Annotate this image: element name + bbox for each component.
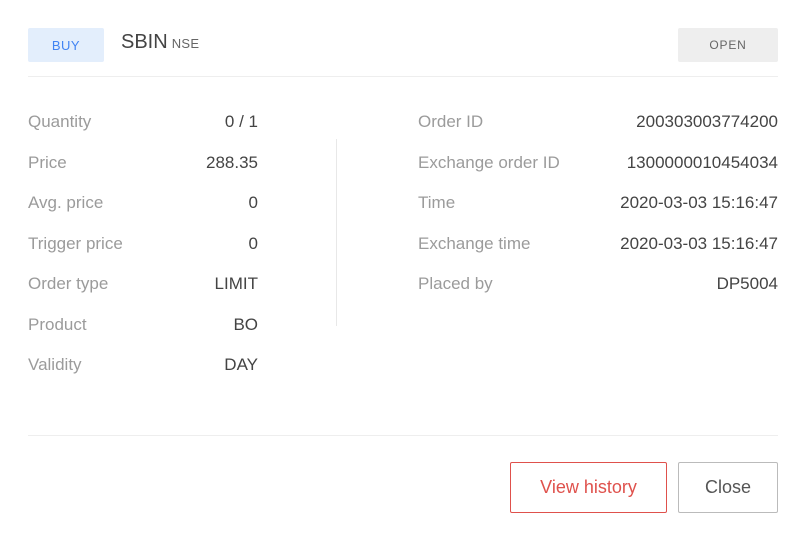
order-details-right: Order ID 200303003774200 Exchange order …: [418, 102, 778, 305]
detail-label: Quantity: [28, 112, 92, 132]
detail-label: Validity: [28, 355, 82, 375]
detail-label: Trigger price: [28, 233, 123, 253]
detail-value: DAY: [224, 355, 258, 375]
order-header: BUY SBIN NSE OPEN: [28, 28, 778, 76]
instrument-title: SBIN NSE: [121, 31, 199, 54]
detail-row-exchange-time: Exchange time 2020-03-03 15:16:47: [418, 224, 778, 265]
order-details-left: Quantity 0 / 1 Price 288.35 Avg. price 0…: [28, 102, 258, 386]
detail-row-order-type: Order type LIMIT: [28, 264, 258, 305]
footer-divider: [28, 435, 778, 436]
detail-row-validity: Validity DAY: [28, 345, 258, 386]
detail-row-time: Time 2020-03-03 15:16:47: [418, 183, 778, 224]
detail-label: Price: [28, 152, 67, 172]
detail-row-avg-price: Avg. price 0: [28, 183, 258, 224]
detail-value: BO: [233, 314, 258, 334]
close-button[interactable]: Close: [678, 462, 778, 513]
status-badge: OPEN: [678, 28, 778, 62]
column-divider: [336, 139, 337, 326]
detail-value: 0: [248, 233, 258, 253]
detail-value: 288.35: [206, 152, 258, 172]
detail-label: Placed by: [418, 274, 493, 294]
detail-label: Avg. price: [28, 193, 104, 213]
symbol-name: SBIN: [121, 31, 168, 53]
buy-badge: BUY: [28, 28, 104, 62]
detail-value: 0 / 1: [224, 112, 258, 132]
detail-label: Order ID: [418, 112, 484, 132]
detail-label: Exchange time: [418, 233, 531, 253]
detail-value: LIMIT: [214, 274, 258, 294]
header-divider: [28, 76, 778, 77]
detail-label: Order type: [28, 274, 109, 294]
detail-row-trigger-price: Trigger price 0: [28, 224, 258, 265]
detail-value: 200303003774200: [636, 112, 778, 132]
detail-value: DP5004: [716, 274, 778, 294]
detail-row-exchange-order-id: Exchange order ID 1300000010454034: [418, 143, 778, 184]
detail-value: 1300000010454034: [626, 152, 778, 172]
detail-value: 0: [248, 193, 258, 213]
detail-label: Exchange order ID: [418, 152, 560, 172]
detail-row-quantity: Quantity 0 / 1: [28, 102, 258, 143]
detail-value: 2020-03-03 15:16:47: [620, 193, 778, 213]
detail-value: 2020-03-03 15:16:47: [620, 233, 778, 253]
detail-label: Time: [418, 193, 456, 213]
detail-row-placed-by: Placed by DP5004: [418, 264, 778, 305]
order-details-modal: BUY SBIN NSE OPEN Quantity 0 / 1 Price 28…: [0, 0, 803, 541]
detail-label: Product: [28, 314, 87, 334]
detail-row-product: Product BO: [28, 305, 258, 346]
detail-row-order-id: Order ID 200303003774200: [418, 102, 778, 143]
view-history-button[interactable]: View history: [510, 462, 667, 513]
exchange-name: NSE: [171, 36, 200, 51]
detail-row-price: Price 288.35: [28, 143, 258, 184]
